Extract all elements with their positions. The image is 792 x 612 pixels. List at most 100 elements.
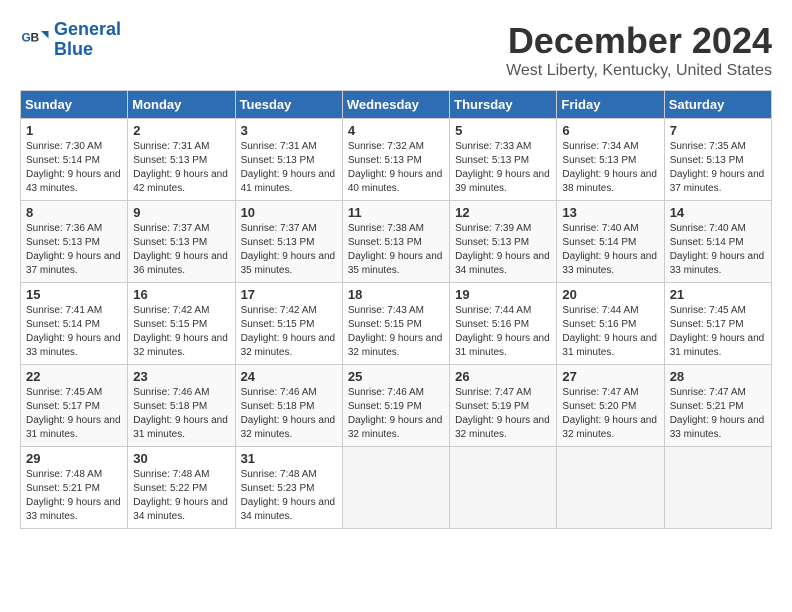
- col-header-wednesday: Wednesday: [342, 91, 449, 119]
- col-header-monday: Monday: [128, 91, 235, 119]
- day-info: Sunrise: 7:34 AMSunset: 5:13 PMDaylight:…: [562, 140, 658, 196]
- day-info: Sunrise: 7:37 AMSunset: 5:13 PMDaylight:…: [241, 222, 337, 278]
- day-number: 17: [241, 287, 337, 302]
- day-number: 29: [26, 451, 122, 466]
- day-info: Sunrise: 7:48 AMSunset: 5:23 PMDaylight:…: [241, 468, 337, 524]
- week-row-4: 22 Sunrise: 7:45 AMSunset: 5:17 PMDayligh…: [21, 365, 772, 447]
- day-cell: 11 Sunrise: 7:38 AMSunset: 5:13 PMDayligh…: [342, 201, 449, 283]
- day-info: Sunrise: 7:45 AMSunset: 5:17 PMDaylight:…: [26, 386, 122, 442]
- day-number: 1: [26, 123, 122, 138]
- day-cell: 12 Sunrise: 7:39 AMSunset: 5:13 PMDayligh…: [450, 201, 557, 283]
- day-info: Sunrise: 7:44 AMSunset: 5:16 PMDaylight:…: [455, 304, 551, 360]
- day-cell: 31 Sunrise: 7:48 AMSunset: 5:23 PMDayligh…: [235, 447, 342, 529]
- svg-text:B: B: [31, 30, 40, 44]
- col-header-thursday: Thursday: [450, 91, 557, 119]
- day-cell: 18 Sunrise: 7:43 AMSunset: 5:15 PMDayligh…: [342, 283, 449, 365]
- week-row-3: 15 Sunrise: 7:41 AMSunset: 5:14 PMDayligh…: [21, 283, 772, 365]
- day-number: 16: [133, 287, 229, 302]
- day-number: 14: [670, 205, 766, 220]
- logo-line1: General: [54, 19, 121, 39]
- day-number: 20: [562, 287, 658, 302]
- day-info: Sunrise: 7:48 AMSunset: 5:21 PMDaylight:…: [26, 468, 122, 524]
- day-info: Sunrise: 7:47 AMSunset: 5:19 PMDaylight:…: [455, 386, 551, 442]
- day-info: Sunrise: 7:40 AMSunset: 5:14 PMDaylight:…: [562, 222, 658, 278]
- day-number: 15: [26, 287, 122, 302]
- day-info: Sunrise: 7:35 AMSunset: 5:13 PMDaylight:…: [670, 140, 766, 196]
- month-title: December 2024: [506, 20, 772, 62]
- day-number: 31: [241, 451, 337, 466]
- day-number: 8: [26, 205, 122, 220]
- day-number: 4: [348, 123, 444, 138]
- day-number: 25: [348, 369, 444, 384]
- day-cell: 27 Sunrise: 7:47 AMSunset: 5:20 PMDayligh…: [557, 365, 664, 447]
- day-cell: [342, 447, 449, 529]
- day-cell: 16 Sunrise: 7:42 AMSunset: 5:15 PMDayligh…: [128, 283, 235, 365]
- day-cell: 15 Sunrise: 7:41 AMSunset: 5:14 PMDayligh…: [21, 283, 128, 365]
- day-number: 3: [241, 123, 337, 138]
- day-cell: 2 Sunrise: 7:31 AMSunset: 5:13 PMDaylight…: [128, 119, 235, 201]
- day-info: Sunrise: 7:42 AMSunset: 5:15 PMDaylight:…: [133, 304, 229, 360]
- svg-text:G: G: [22, 30, 31, 44]
- day-info: Sunrise: 7:40 AMSunset: 5:14 PMDaylight:…: [670, 222, 766, 278]
- day-cell: 28 Sunrise: 7:47 AMSunset: 5:21 PMDayligh…: [664, 365, 771, 447]
- day-cell: 29 Sunrise: 7:48 AMSunset: 5:21 PMDayligh…: [21, 447, 128, 529]
- day-info: Sunrise: 7:45 AMSunset: 5:17 PMDaylight:…: [670, 304, 766, 360]
- day-info: Sunrise: 7:30 AMSunset: 5:14 PMDaylight:…: [26, 140, 122, 196]
- day-cell: 10 Sunrise: 7:37 AMSunset: 5:13 PMDayligh…: [235, 201, 342, 283]
- logo-icon: G B: [20, 25, 50, 55]
- logo-line2: Blue: [54, 39, 93, 59]
- day-number: 11: [348, 205, 444, 220]
- page-header: G B General Blue December 2024 West Libe…: [20, 20, 772, 80]
- day-info: Sunrise: 7:43 AMSunset: 5:15 PMDaylight:…: [348, 304, 444, 360]
- day-info: Sunrise: 7:46 AMSunset: 5:18 PMDaylight:…: [133, 386, 229, 442]
- title-block: December 2024 West Liberty, Kentucky, Un…: [506, 20, 772, 80]
- day-info: Sunrise: 7:41 AMSunset: 5:14 PMDaylight:…: [26, 304, 122, 360]
- day-info: Sunrise: 7:36 AMSunset: 5:13 PMDaylight:…: [26, 222, 122, 278]
- day-info: Sunrise: 7:48 AMSunset: 5:22 PMDaylight:…: [133, 468, 229, 524]
- col-header-tuesday: Tuesday: [235, 91, 342, 119]
- day-cell: [557, 447, 664, 529]
- day-cell: 6Sunrise: 7:34 AMSunset: 5:13 PMDaylight…: [557, 119, 664, 201]
- day-info: Sunrise: 7:38 AMSunset: 5:13 PMDaylight:…: [348, 222, 444, 278]
- day-number: 5: [455, 123, 551, 138]
- day-number: 18: [348, 287, 444, 302]
- day-number: 10: [241, 205, 337, 220]
- day-cell: 14 Sunrise: 7:40 AMSunset: 5:14 PMDayligh…: [664, 201, 771, 283]
- day-number: 21: [670, 287, 766, 302]
- day-number: 27: [562, 369, 658, 384]
- day-info: Sunrise: 7:37 AMSunset: 5:13 PMDaylight:…: [133, 222, 229, 278]
- day-number: 19: [455, 287, 551, 302]
- day-info: Sunrise: 7:47 AMSunset: 5:21 PMDaylight:…: [670, 386, 766, 442]
- day-number: 22: [26, 369, 122, 384]
- day-cell: 8 Sunrise: 7:36 AMSunset: 5:13 PMDaylight…: [21, 201, 128, 283]
- day-cell: 17Sunrise: 7:42 AMSunset: 5:15 PMDayligh…: [235, 283, 342, 365]
- day-info: Sunrise: 7:32 AMSunset: 5:13 PMDaylight:…: [348, 140, 444, 196]
- day-cell: 5Sunrise: 7:33 AMSunset: 5:13 PMDaylight…: [450, 119, 557, 201]
- day-info: Sunrise: 7:31 AMSunset: 5:13 PMDaylight:…: [133, 140, 229, 196]
- day-number: 9: [133, 205, 229, 220]
- day-cell: 24Sunrise: 7:46 AMSunset: 5:18 PMDayligh…: [235, 365, 342, 447]
- col-header-saturday: Saturday: [664, 91, 771, 119]
- calendar-table: SundayMondayTuesdayWednesdayThursdayFrid…: [20, 90, 772, 529]
- day-cell: 30Sunrise: 7:48 AMSunset: 5:22 PMDayligh…: [128, 447, 235, 529]
- day-cell: [450, 447, 557, 529]
- day-number: 28: [670, 369, 766, 384]
- day-cell: 7Sunrise: 7:35 AMSunset: 5:13 PMDaylight…: [664, 119, 771, 201]
- col-header-sunday: Sunday: [21, 91, 128, 119]
- day-cell: [664, 447, 771, 529]
- day-info: Sunrise: 7:44 AMSunset: 5:16 PMDaylight:…: [562, 304, 658, 360]
- day-info: Sunrise: 7:47 AMSunset: 5:20 PMDaylight:…: [562, 386, 658, 442]
- day-number: 12: [455, 205, 551, 220]
- week-row-2: 8 Sunrise: 7:36 AMSunset: 5:13 PMDaylight…: [21, 201, 772, 283]
- day-info: Sunrise: 7:31 AMSunset: 5:13 PMDaylight:…: [241, 140, 337, 196]
- day-info: Sunrise: 7:39 AMSunset: 5:13 PMDaylight:…: [455, 222, 551, 278]
- day-cell: 21 Sunrise: 7:45 AMSunset: 5:17 PMDayligh…: [664, 283, 771, 365]
- day-cell: 1 Sunrise: 7:30 AMSunset: 5:14 PMDaylight…: [21, 119, 128, 201]
- day-cell: 4 Sunrise: 7:32 AMSunset: 5:13 PMDaylight…: [342, 119, 449, 201]
- day-number: 24: [241, 369, 337, 384]
- day-cell: 23Sunrise: 7:46 AMSunset: 5:18 PMDayligh…: [128, 365, 235, 447]
- day-cell: 3 Sunrise: 7:31 AMSunset: 5:13 PMDaylight…: [235, 119, 342, 201]
- day-number: 2: [133, 123, 229, 138]
- logo: G B General Blue: [20, 20, 121, 60]
- week-row-5: 29 Sunrise: 7:48 AMSunset: 5:21 PMDayligh…: [21, 447, 772, 529]
